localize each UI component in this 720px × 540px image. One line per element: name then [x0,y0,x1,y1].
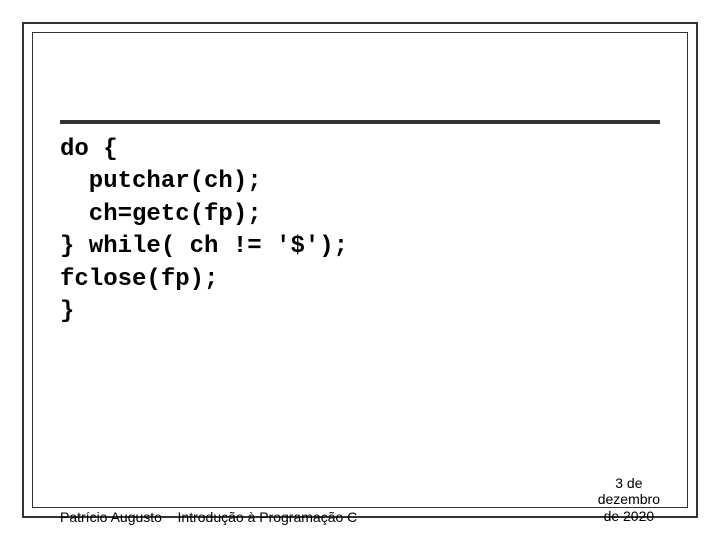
code-line-4: } while( ch != '$'); [60,233,348,260]
code-line-3: ch=getc(fp); [60,201,262,228]
footer-title: Introdução à Programação C [178,509,358,525]
code-line-6: } [60,298,74,325]
divider-line [60,120,660,124]
footer-date-1: 3 de [615,475,642,491]
code-line-5: fclose(fp); [60,266,218,293]
footer-date-2: dezembro [598,491,660,507]
footer-author: Patrício Augusto [60,509,162,525]
code-block: do { putchar(ch); ch=getc(fp); } while( … [60,134,660,328]
footer-left: Patrício Augusto Introdução à Programaçã… [60,509,357,525]
footer-date-3: de 2020 [604,508,655,524]
content-area: do { putchar(ch); ch=getc(fp); } while( … [60,60,660,485]
code-line-2: putchar(ch); [60,168,262,195]
footer: Patrício Augusto Introdução à Programaçã… [60,475,660,525]
code-line-1: do { [60,136,118,163]
footer-date: 3 de dezembro de 2020 [598,475,660,525]
